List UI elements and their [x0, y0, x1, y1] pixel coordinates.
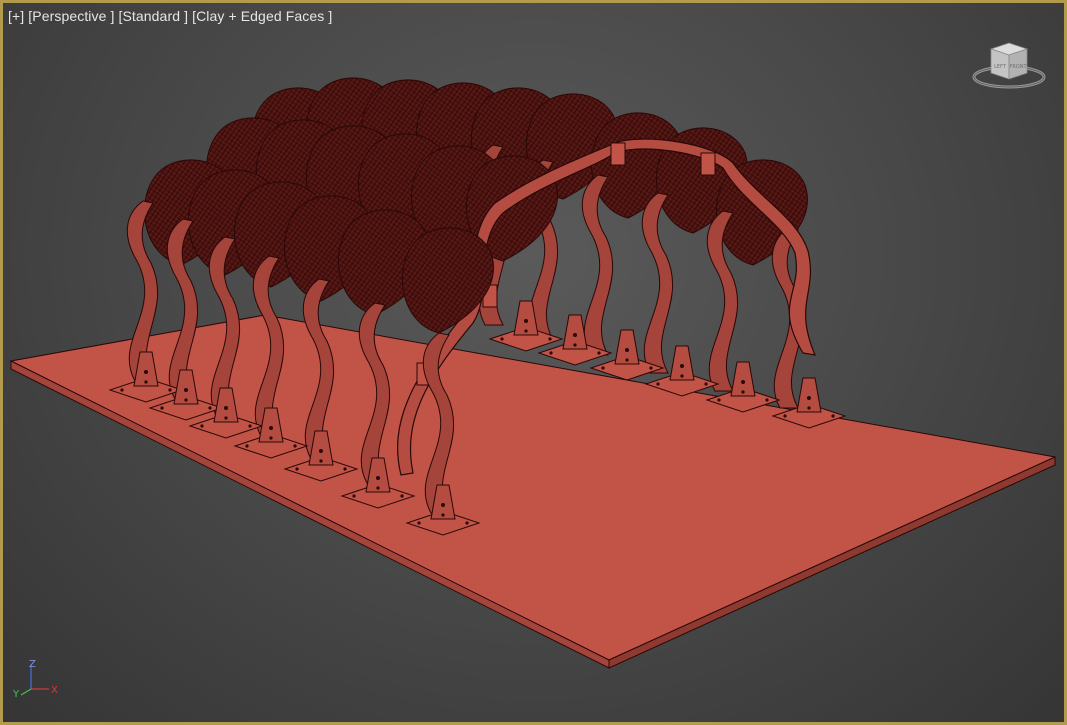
scene-canvas[interactable]: [3, 3, 1064, 722]
viewcube-left-label: LEFT: [994, 64, 1007, 70]
axis-x-label: X: [51, 685, 58, 696]
viewport-label-menu: [+] [Perspective ] [Standard ] [Clay + E…: [8, 8, 332, 24]
viewport-plus-menu[interactable]: [+]: [8, 8, 24, 24]
axis-gizmo-icon: Z Y X: [12, 659, 58, 699]
axis-z-label: Z: [29, 659, 36, 670]
viewport-point-of-view-menu[interactable]: [Perspective ]: [28, 8, 114, 24]
perspective-viewport[interactable]: [+] [Perspective ] [Standard ] [Clay + E…: [0, 0, 1067, 725]
viewport-shading-standard-menu[interactable]: [Standard ]: [118, 8, 188, 24]
viewcube-icon[interactable]: LEFT FRONT: [969, 39, 1049, 95]
axis-y-label: Y: [12, 689, 20, 699]
floor-slab: [9, 314, 1057, 669]
viewcube-front-label: FRONT: [1009, 64, 1027, 70]
viewport-display-mode-menu[interactable]: [Clay + Edged Faces ]: [192, 8, 332, 24]
